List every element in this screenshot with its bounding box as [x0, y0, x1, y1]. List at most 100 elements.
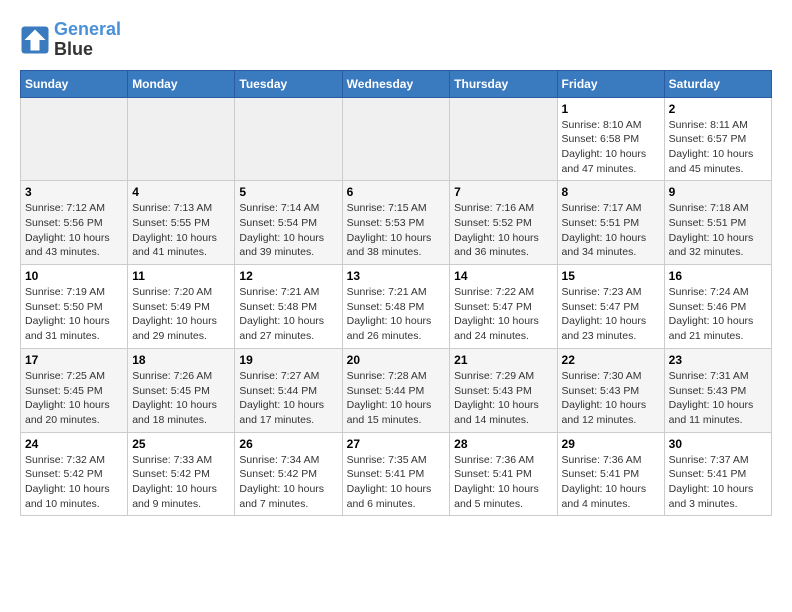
day-number: 12	[239, 269, 337, 283]
calendar-cell: 26 Sunrise: 7:34 AM Sunset: 5:42 PM Dayli…	[235, 432, 342, 516]
day-info: Sunrise: 7:28 AM Sunset: 5:44 PM Dayligh…	[347, 369, 446, 428]
weekday-monday: Monday	[128, 70, 235, 97]
day-number: 30	[669, 437, 767, 451]
calendar-cell: 15 Sunrise: 7:23 AM Sunset: 5:47 PM Dayli…	[557, 265, 664, 349]
day-number: 28	[454, 437, 552, 451]
day-number: 26	[239, 437, 337, 451]
day-number: 14	[454, 269, 552, 283]
day-info: Sunrise: 7:22 AM Sunset: 5:47 PM Dayligh…	[454, 285, 552, 344]
weekday-thursday: Thursday	[450, 70, 557, 97]
calendar-week-row: 24 Sunrise: 7:32 AM Sunset: 5:42 PM Dayli…	[21, 432, 772, 516]
day-info: Sunrise: 7:13 AM Sunset: 5:55 PM Dayligh…	[132, 201, 230, 260]
day-number: 27	[347, 437, 446, 451]
calendar-cell: 12 Sunrise: 7:21 AM Sunset: 5:48 PM Dayli…	[235, 265, 342, 349]
day-number: 4	[132, 185, 230, 199]
calendar-cell: 24 Sunrise: 7:32 AM Sunset: 5:42 PM Dayli…	[21, 432, 128, 516]
calendar-cell: 18Sunrise: 7:26 AM Sunset: 5:45 PM Dayli…	[128, 348, 235, 432]
weekday-sunday: Sunday	[21, 70, 128, 97]
day-info: Sunrise: 7:30 AM Sunset: 5:43 PM Dayligh…	[562, 369, 660, 428]
calendar-cell	[342, 97, 450, 181]
calendar-cell: 19Sunrise: 7:27 AM Sunset: 5:44 PM Dayli…	[235, 348, 342, 432]
weekday-saturday: Saturday	[664, 70, 771, 97]
day-info: Sunrise: 7:25 AM Sunset: 5:45 PM Dayligh…	[25, 369, 123, 428]
day-info: Sunrise: 7:37 AM Sunset: 5:41 PM Dayligh…	[669, 453, 767, 512]
logo-text: General Blue	[54, 20, 121, 60]
day-number: 7	[454, 185, 552, 199]
day-info: Sunrise: 7:18 AM Sunset: 5:51 PM Dayligh…	[669, 201, 767, 260]
day-number: 15	[562, 269, 660, 283]
day-number: 10	[25, 269, 123, 283]
day-number: 8	[562, 185, 660, 199]
calendar-cell: 10 Sunrise: 7:19 AM Sunset: 5:50 PM Dayli…	[21, 265, 128, 349]
day-number: 19	[239, 353, 337, 367]
day-info: Sunrise: 7:34 AM Sunset: 5:42 PM Dayligh…	[239, 453, 337, 512]
calendar-cell: 13 Sunrise: 7:21 AM Sunset: 5:48 PM Dayli…	[342, 265, 450, 349]
day-info: Sunrise: 7:12 AM Sunset: 5:56 PM Dayligh…	[25, 201, 123, 260]
calendar-cell: 16 Sunrise: 7:24 AM Sunset: 5:46 PM Dayli…	[664, 265, 771, 349]
weekday-header-row: SundayMondayTuesdayWednesdayThursdayFrid…	[21, 70, 772, 97]
calendar-cell: 8 Sunrise: 7:17 AM Sunset: 5:51 PM Daylig…	[557, 181, 664, 265]
day-number: 23	[669, 353, 767, 367]
weekday-friday: Friday	[557, 70, 664, 97]
day-info: Sunrise: 7:23 AM Sunset: 5:47 PM Dayligh…	[562, 285, 660, 344]
calendar-cell: 6 Sunrise: 7:15 AM Sunset: 5:53 PM Daylig…	[342, 181, 450, 265]
day-info: Sunrise: 7:16 AM Sunset: 5:52 PM Dayligh…	[454, 201, 552, 260]
calendar-cell	[128, 97, 235, 181]
day-info: Sunrise: 7:21 AM Sunset: 5:48 PM Dayligh…	[347, 285, 446, 344]
calendar-cell: 17 Sunrise: 7:25 AM Sunset: 5:45 PM Dayli…	[21, 348, 128, 432]
day-number: 3	[25, 185, 123, 199]
day-info: Sunrise: 7:24 AM Sunset: 5:46 PM Dayligh…	[669, 285, 767, 344]
calendar-cell: 30 Sunrise: 7:37 AM Sunset: 5:41 PM Dayli…	[664, 432, 771, 516]
day-info: Sunrise: 7:32 AM Sunset: 5:42 PM Dayligh…	[25, 453, 123, 512]
calendar-cell	[450, 97, 557, 181]
day-info: Sunrise: 7:21 AM Sunset: 5:48 PM Dayligh…	[239, 285, 337, 344]
calendar-cell: 27 Sunrise: 7:35 AM Sunset: 5:41 PM Dayli…	[342, 432, 450, 516]
day-number: 29	[562, 437, 660, 451]
calendar-cell	[235, 97, 342, 181]
day-info: Sunrise: 7:36 AM Sunset: 5:41 PM Dayligh…	[454, 453, 552, 512]
calendar-cell: 23Sunrise: 7:31 AM Sunset: 5:43 PM Dayli…	[664, 348, 771, 432]
calendar-cell: 2 Sunrise: 8:11 AM Sunset: 6:57 PM Daylig…	[664, 97, 771, 181]
day-number: 24	[25, 437, 123, 451]
calendar-cell	[21, 97, 128, 181]
day-info: Sunrise: 7:14 AM Sunset: 5:54 PM Dayligh…	[239, 201, 337, 260]
day-number: 17	[25, 353, 123, 367]
day-info: Sunrise: 7:20 AM Sunset: 5:49 PM Dayligh…	[132, 285, 230, 344]
day-number: 22	[562, 353, 660, 367]
day-info: Sunrise: 7:15 AM Sunset: 5:53 PM Dayligh…	[347, 201, 446, 260]
calendar-cell: 21Sunrise: 7:29 AM Sunset: 5:43 PM Dayli…	[450, 348, 557, 432]
day-info: Sunrise: 7:17 AM Sunset: 5:51 PM Dayligh…	[562, 201, 660, 260]
calendar-cell: 14 Sunrise: 7:22 AM Sunset: 5:47 PM Dayli…	[450, 265, 557, 349]
calendar-cell: 29Sunrise: 7:36 AM Sunset: 5:41 PM Dayli…	[557, 432, 664, 516]
day-info: Sunrise: 7:29 AM Sunset: 5:43 PM Dayligh…	[454, 369, 552, 428]
logo-icon	[20, 25, 50, 55]
day-info: Sunrise: 7:33 AM Sunset: 5:42 PM Dayligh…	[132, 453, 230, 512]
day-number: 13	[347, 269, 446, 283]
day-number: 16	[669, 269, 767, 283]
calendar-cell: 25Sunrise: 7:33 AM Sunset: 5:42 PM Dayli…	[128, 432, 235, 516]
calendar-body: 1 Sunrise: 8:10 AM Sunset: 6:58 PM Daylig…	[21, 97, 772, 516]
calendar-cell: 7 Sunrise: 7:16 AM Sunset: 5:52 PM Daylig…	[450, 181, 557, 265]
calendar-cell: 11 Sunrise: 7:20 AM Sunset: 5:49 PM Dayli…	[128, 265, 235, 349]
day-number: 2	[669, 102, 767, 116]
day-number: 20	[347, 353, 446, 367]
day-info: Sunrise: 7:35 AM Sunset: 5:41 PM Dayligh…	[347, 453, 446, 512]
logo: General Blue	[20, 20, 121, 60]
day-number: 5	[239, 185, 337, 199]
day-info: Sunrise: 7:19 AM Sunset: 5:50 PM Dayligh…	[25, 285, 123, 344]
day-number: 6	[347, 185, 446, 199]
day-info: Sunrise: 8:11 AM Sunset: 6:57 PM Dayligh…	[669, 118, 767, 177]
calendar-week-row: 10 Sunrise: 7:19 AM Sunset: 5:50 PM Dayli…	[21, 265, 772, 349]
calendar-cell: 5 Sunrise: 7:14 AM Sunset: 5:54 PM Daylig…	[235, 181, 342, 265]
calendar-cell: 9Sunrise: 7:18 AM Sunset: 5:51 PM Daylig…	[664, 181, 771, 265]
calendar-week-row: 1 Sunrise: 8:10 AM Sunset: 6:58 PM Daylig…	[21, 97, 772, 181]
day-number: 18	[132, 353, 230, 367]
weekday-wednesday: Wednesday	[342, 70, 450, 97]
calendar-cell: 1 Sunrise: 8:10 AM Sunset: 6:58 PM Daylig…	[557, 97, 664, 181]
calendar-week-row: 3 Sunrise: 7:12 AM Sunset: 5:56 PM Daylig…	[21, 181, 772, 265]
day-number: 1	[562, 102, 660, 116]
day-info: Sunrise: 8:10 AM Sunset: 6:58 PM Dayligh…	[562, 118, 660, 177]
day-number: 11	[132, 269, 230, 283]
weekday-tuesday: Tuesday	[235, 70, 342, 97]
calendar-cell: 22 Sunrise: 7:30 AM Sunset: 5:43 PM Dayli…	[557, 348, 664, 432]
